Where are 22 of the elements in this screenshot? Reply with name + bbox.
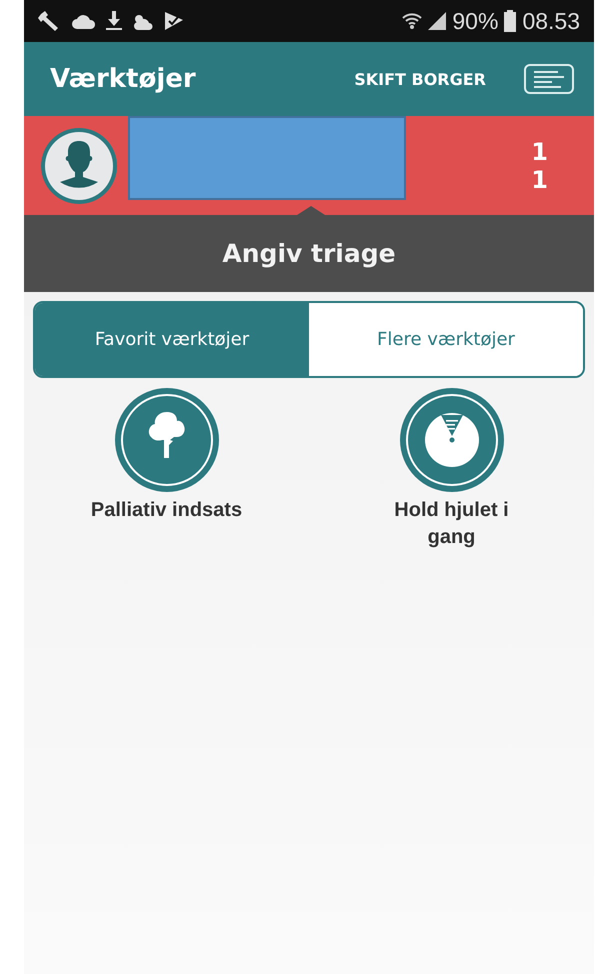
menu-icon[interactable]	[524, 64, 574, 94]
weather-icon	[132, 12, 154, 30]
battery-icon	[504, 10, 516, 32]
wifi-icon	[402, 12, 422, 30]
cloud-icon	[72, 13, 96, 29]
tab[interactable]: Favorit værktøjer	[35, 303, 309, 376]
app-title: Værktøjer	[50, 64, 196, 94]
tree-icon	[114, 387, 220, 493]
tool-label[interactable]: Palliativ indsats	[86, 497, 246, 524]
signal-icon	[428, 12, 446, 30]
funnel-icon	[398, 387, 504, 493]
count: 1	[531, 138, 548, 166]
count: 1	[531, 166, 548, 194]
avatar-icon	[40, 126, 118, 204]
battery-percent: 90%	[452, 8, 498, 34]
switch-citizen-button[interactable]: SKIFT BORGER	[354, 70, 486, 88]
download-icon	[106, 11, 122, 31]
clock: 08.53	[522, 8, 580, 34]
banner-title: Angiv triage	[222, 239, 396, 268]
tab[interactable]: Flere værktøjer	[309, 303, 583, 376]
checkmark-flag-icon	[164, 11, 184, 31]
tool-label[interactable]: Hold hjulet i gang	[372, 497, 532, 551]
